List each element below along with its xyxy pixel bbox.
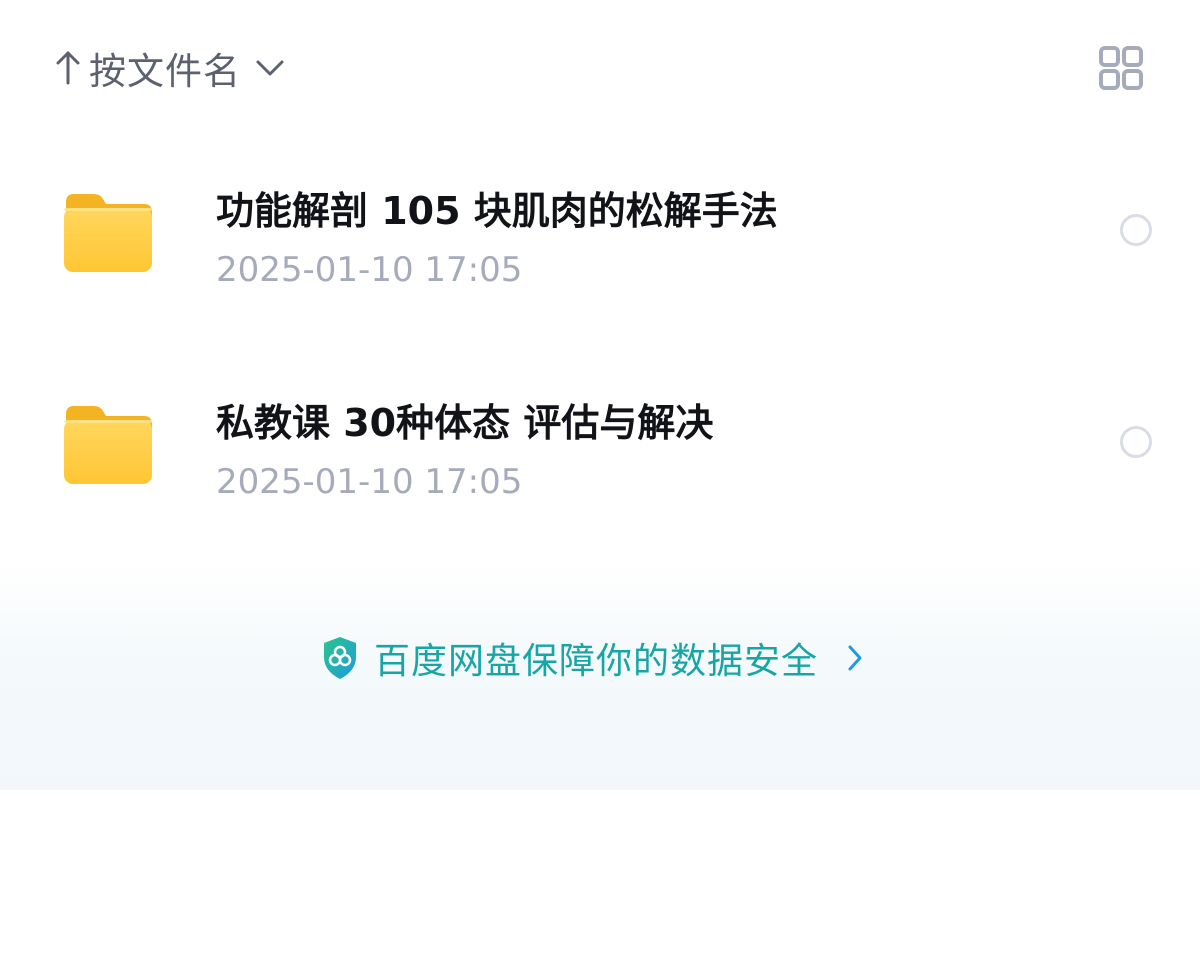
arrow-up-icon bbox=[56, 51, 80, 85]
folder-icon bbox=[64, 194, 152, 272]
file-name: 功能解剖 105 块肌肉的松解手法 bbox=[216, 189, 778, 233]
sort-label: 按文件名 bbox=[89, 50, 241, 93]
grid-view-icon[interactable] bbox=[1097, 44, 1145, 92]
shield-icon bbox=[324, 637, 356, 679]
security-banner-text: 百度网盘保障你的数据安全 bbox=[374, 641, 819, 682]
select-checkbox[interactable] bbox=[1120, 426, 1152, 458]
security-banner: 百度网盘保障你的数据安全 bbox=[0, 560, 1200, 790]
sort-selector[interactable]: 按文件名 bbox=[55, 40, 285, 96]
file-list-item[interactable]: 功能解剖 105 块肌肉的松解手法 2025-01-10 17:05 bbox=[0, 150, 1200, 310]
security-banner-link[interactable]: 百度网盘保障你的数据安全 bbox=[320, 632, 864, 684]
file-name: 私教课 30种体态 评估与解决 bbox=[216, 401, 714, 445]
file-list-item[interactable]: 私教课 30种体态 评估与解决 2025-01-10 17:05 bbox=[0, 362, 1200, 522]
folder-icon bbox=[64, 406, 152, 484]
chevron-right-icon bbox=[848, 645, 862, 671]
file-modified-time: 2025-01-10 17:05 bbox=[216, 462, 523, 502]
file-list-page: 按文件名 功能解剖 105 块肌肉的松解手法 2025-01-10 17:05 bbox=[0, 0, 1200, 963]
chevron-down-icon bbox=[256, 60, 284, 76]
select-checkbox[interactable] bbox=[1120, 214, 1152, 246]
file-modified-time: 2025-01-10 17:05 bbox=[216, 250, 523, 290]
